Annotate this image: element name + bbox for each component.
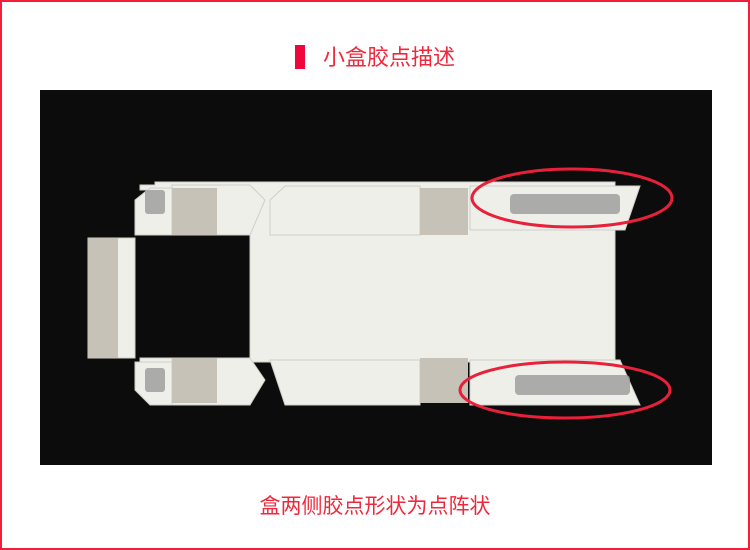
- glue-dots-left: [145, 190, 165, 214]
- center-top-flap: [269, 185, 421, 236]
- page: 小盒胶点描述 盒两侧胶点形状为点阵状: [0, 0, 750, 550]
- title-text: 小盒胶点描述: [322, 46, 455, 71]
- center-bottom-flap: [269, 359, 421, 406]
- grey-panel: [88, 238, 118, 358]
- title-accent-bar: [294, 45, 305, 69]
- box-photo: [40, 90, 712, 465]
- glue-dots-bottom: [515, 375, 630, 395]
- grey-panel: [420, 188, 468, 235]
- photo-caption: 盒两侧胶点形状为点阵状: [259, 494, 491, 518]
- grey-panel: [172, 188, 217, 235]
- grey-panel: [172, 358, 217, 403]
- page-title: 小盒胶点描述: [2, 40, 748, 72]
- unfolded-box-illustration: [87, 167, 674, 420]
- glue-dots-top: [510, 194, 620, 214]
- glue-dots-left: [145, 368, 165, 392]
